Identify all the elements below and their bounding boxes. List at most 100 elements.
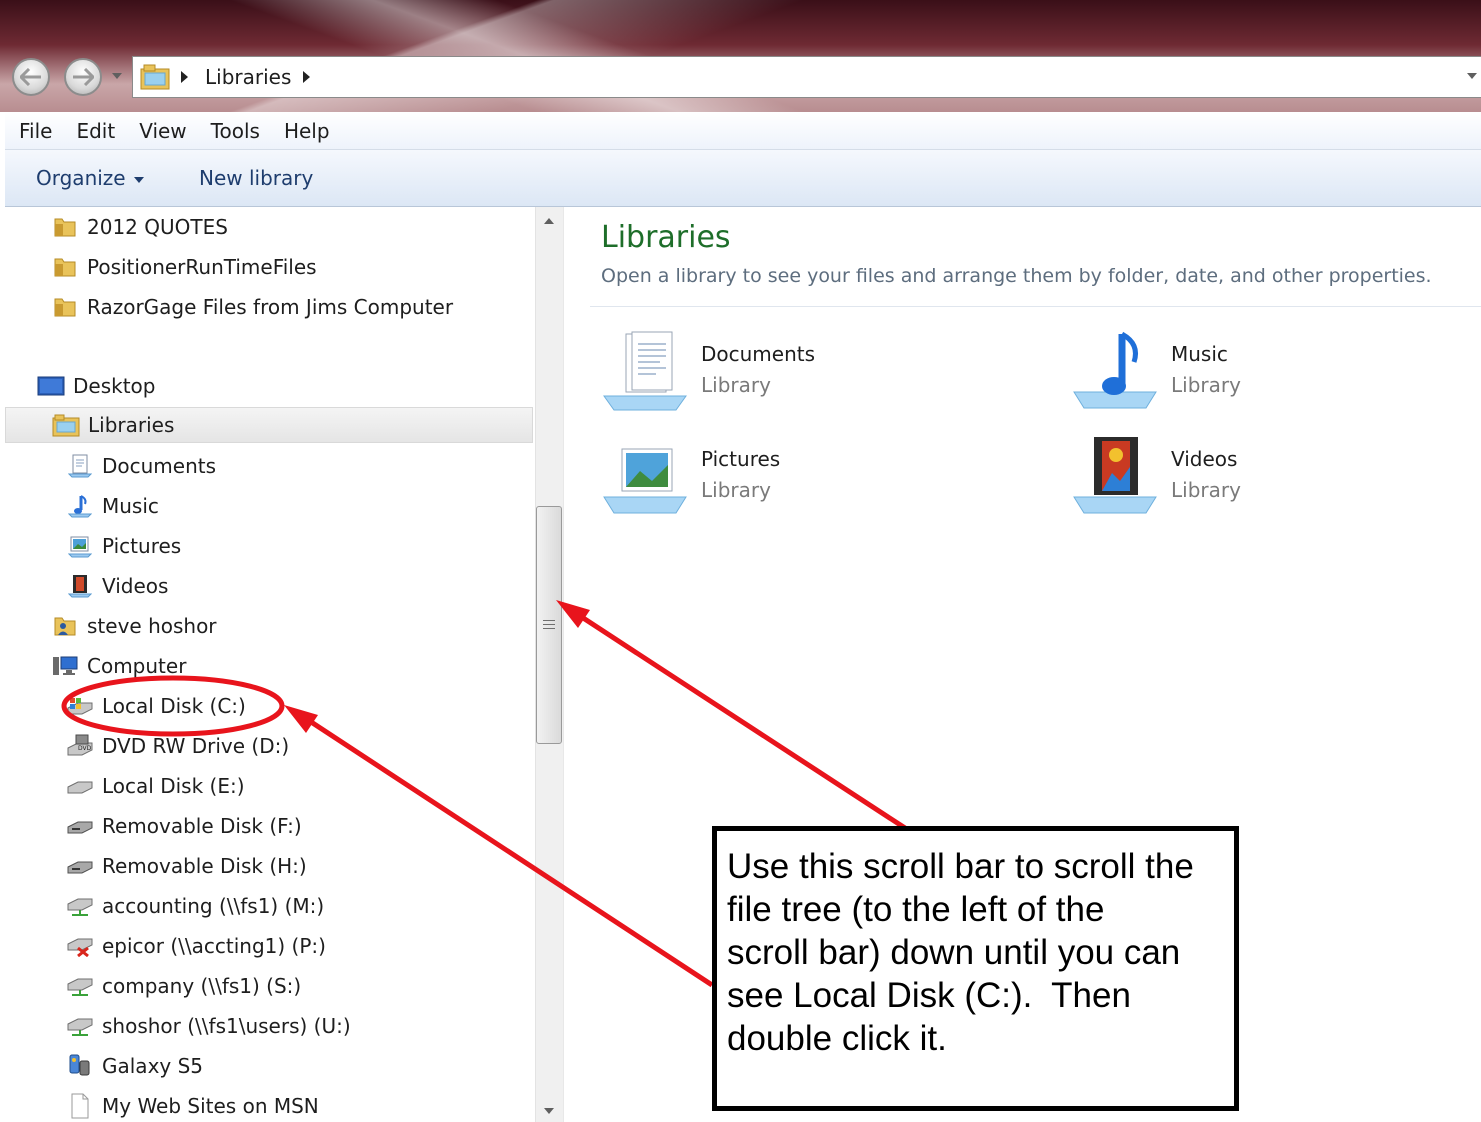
menu-view[interactable]: View (139, 119, 186, 143)
breadcrumb-expand-icon[interactable] (303, 71, 310, 83)
recent-pages-dropdown[interactable] (112, 73, 122, 79)
tree-item-label: Local Disk (C:) (102, 694, 246, 718)
page-subtitle: Open a library to see your files and arr… (601, 265, 1432, 287)
dvd-drive-icon: DVD (66, 734, 94, 758)
tree-item-epicor-p[interactable]: epicor (\\accting1) (P:) (66, 928, 326, 964)
scrollbar-thumb[interactable] (536, 506, 562, 744)
library-tile-videos[interactable]: Videos Library (1070, 435, 1370, 519)
library-tile-music[interactable]: Music Library (1070, 330, 1370, 414)
address-history-dropdown[interactable] (1467, 73, 1477, 79)
chevron-down-icon (112, 73, 122, 79)
arrow-down-icon (544, 1108, 554, 1114)
tree-item-galaxy-s5[interactable]: Galaxy S5 (66, 1048, 203, 1084)
chevron-down-icon (133, 176, 144, 183)
new-library-button[interactable]: New library (199, 166, 313, 190)
network-drive-icon (66, 1014, 94, 1038)
tree-item-shoshor-u[interactable]: shoshor (\\fs1\users) (U:) (66, 1008, 351, 1044)
tree-item-2012-quotes[interactable]: 2012 QUOTES (51, 209, 228, 245)
tree-item-removable-disk-h[interactable]: Removable Disk (H:) (66, 848, 307, 884)
new-library-label: New library (199, 166, 314, 190)
forward-arrow-icon (73, 68, 94, 86)
tree-item-my-web-sites-on-msn[interactable]: My Web Sites on MSN (66, 1088, 319, 1122)
menu-bar: File Edit View Tools Help (5, 112, 1481, 150)
tree-item-label: company (\\fs1) (S:) (102, 974, 302, 998)
library-type: Library (701, 478, 771, 502)
tree-item-label: Music (102, 494, 159, 518)
tree-item-local-disk-c[interactable]: Local Disk (C:) (66, 688, 246, 724)
page-icon (66, 1093, 94, 1119)
command-bar: Organize New library (5, 150, 1481, 207)
breadcrumb-libraries[interactable]: Libraries (205, 65, 291, 89)
menu-file[interactable]: File (19, 119, 52, 143)
tree-item-label: PositionerRunTimeFiles (87, 255, 317, 279)
chevron-down-icon (1467, 73, 1477, 79)
library-tile-documents[interactable]: Documents Library (600, 330, 900, 414)
documents-icon (66, 454, 94, 478)
callout-line: see Local Disk (C:). Then (727, 976, 1131, 1015)
network-drive-icon (66, 974, 94, 998)
menu-edit[interactable]: Edit (76, 119, 115, 143)
forward-button[interactable] (64, 58, 102, 96)
tree-item-removable-disk-f[interactable]: Removable Disk (F:) (66, 808, 302, 844)
tree-item-label: shoshor (\\fs1\users) (U:) (102, 1014, 351, 1038)
back-button[interactable] (12, 58, 50, 96)
organize-button[interactable]: Organize (36, 166, 144, 190)
grip-line (543, 628, 555, 629)
scroll-up-button[interactable] (544, 218, 554, 224)
callout-line: double click it. (727, 1019, 947, 1058)
tree-item-label: Computer (87, 654, 187, 678)
videos-library-icon (1073, 437, 1157, 514)
library-type: Library (1171, 478, 1241, 502)
back-arrow-icon (20, 68, 41, 86)
instruction-callout: Use this scroll bar to scroll the file t… (712, 826, 1239, 1111)
library-name: Documents (701, 342, 816, 366)
callout-line: scroll bar) down until you can (727, 933, 1181, 972)
tree-item-dvd-rw-drive-d[interactable]: DVD DVD RW Drive (D:) (66, 728, 289, 764)
tree-item-positionerruntimefiles[interactable]: PositionerRunTimeFiles (51, 249, 317, 285)
tree-item-local-disk-e[interactable]: Local Disk (E:) (66, 768, 245, 804)
page-title: Libraries (601, 220, 731, 255)
tree-item-documents[interactable]: Documents (66, 448, 216, 484)
tree-item-label: Desktop (73, 374, 156, 398)
tree-item-label: My Web Sites on MSN (102, 1094, 319, 1118)
library-type: Library (701, 373, 771, 397)
grip-line (543, 620, 555, 621)
tree-item-computer[interactable]: Computer (51, 648, 186, 684)
tree-item-accounting-m[interactable]: accounting (\\fs1) (M:) (66, 888, 324, 924)
address-bar[interactable]: Libraries (132, 56, 1481, 98)
tree-item-label: Videos (102, 574, 169, 598)
tree-item-pictures[interactable]: Pictures (66, 528, 181, 564)
tree-item-razorgage-files[interactable]: RazorGage Files from Jims Computer (51, 289, 453, 325)
library-name: Music (1171, 342, 1228, 366)
tree-item-videos[interactable]: Videos (66, 568, 168, 604)
library-tile-pictures[interactable]: Pictures Library (600, 435, 900, 519)
tree-item-desktop[interactable]: Desktop (37, 368, 155, 404)
menu-help[interactable]: Help (284, 119, 330, 143)
drive-icon (66, 774, 94, 798)
desktop-icon (37, 374, 65, 398)
tree-item-label: Pictures (102, 534, 182, 558)
divider (590, 306, 1481, 307)
removable-drive-icon (66, 814, 94, 838)
navigation-pane[interactable]: 2012 QUOTES PositionerRunTimeFiles Razor… (5, 207, 535, 1122)
grip-line (543, 624, 555, 625)
library-name: Pictures (701, 447, 781, 471)
organize-label: Organize (36, 166, 126, 190)
tree-item-libraries[interactable]: Libraries (5, 407, 533, 443)
phone-icon (66, 1054, 94, 1078)
scroll-down-button[interactable] (544, 1108, 554, 1114)
tree-item-label: Local Disk (E:) (102, 774, 245, 798)
music-icon (66, 494, 94, 518)
callout-line: file tree (to the left of the (727, 890, 1105, 929)
tree-item-company-s[interactable]: company (\\fs1) (S:) (66, 968, 301, 1004)
folder-icon (51, 255, 79, 279)
library-name: Videos (1171, 447, 1238, 471)
user-folder-icon (51, 614, 79, 638)
tree-item-steve-hoshor[interactable]: steve hoshor (51, 608, 217, 644)
computer-icon (51, 654, 79, 678)
pictures-library-icon (603, 448, 687, 514)
tree-item-label: epicor (\\accting1) (P:) (102, 934, 326, 958)
folder-icon (51, 215, 79, 239)
tree-item-music[interactable]: Music (66, 488, 159, 524)
menu-tools[interactable]: Tools (211, 119, 260, 143)
